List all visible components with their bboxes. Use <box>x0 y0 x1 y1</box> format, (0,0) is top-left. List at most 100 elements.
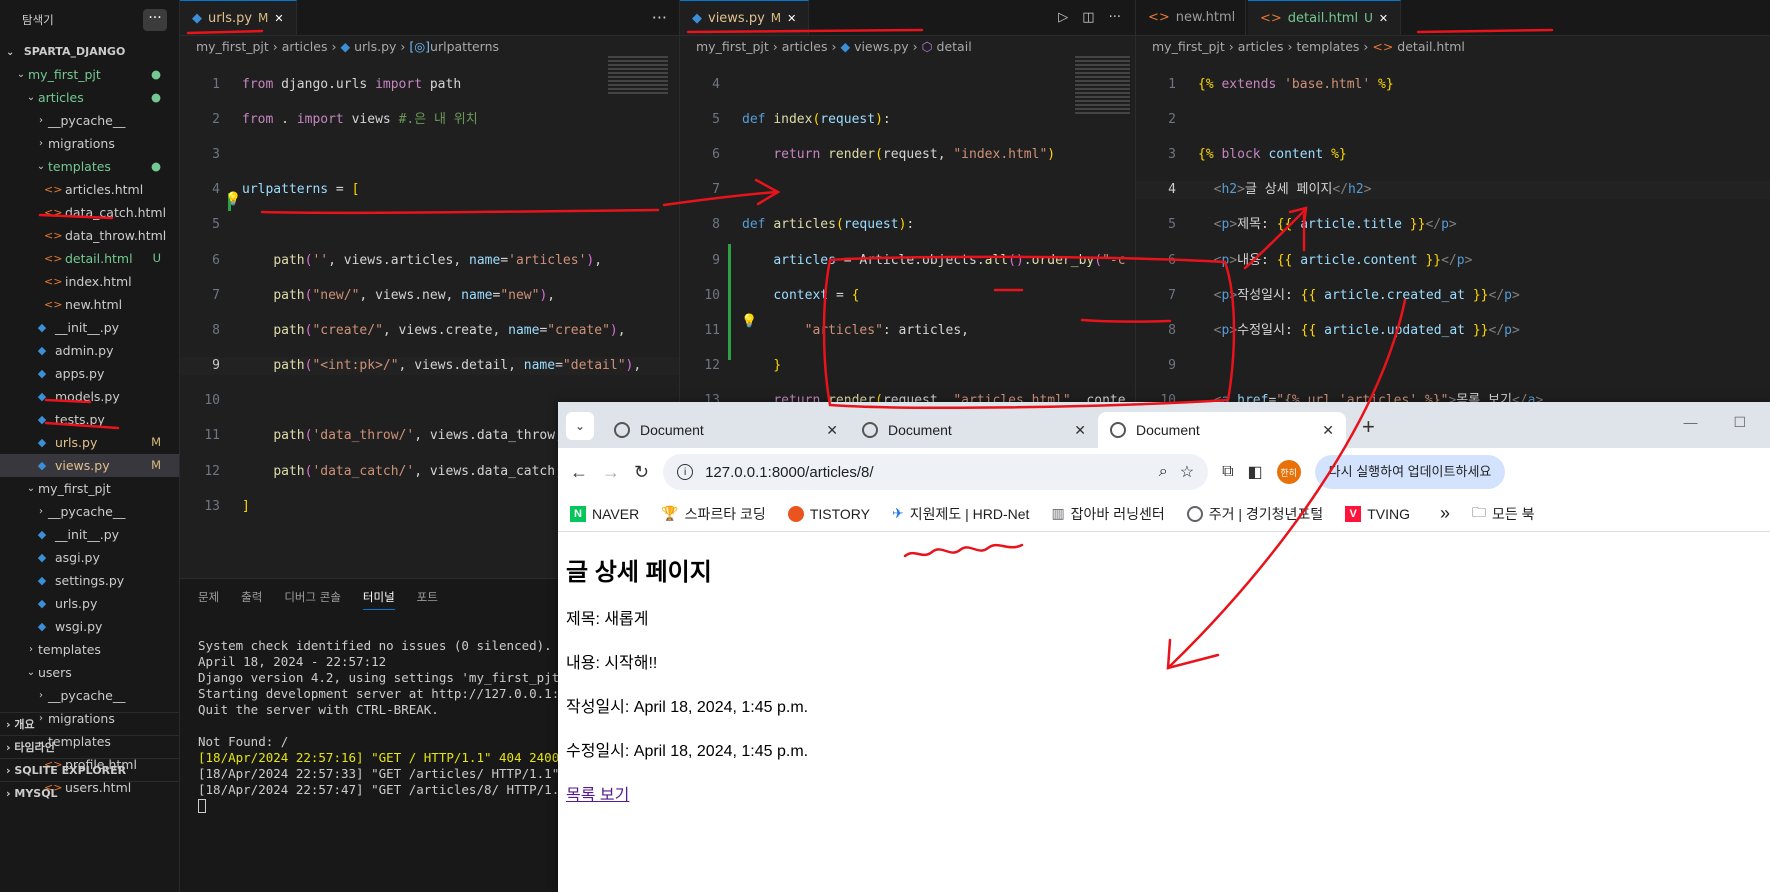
panel-tab[interactable]: 터미널 <box>362 589 395 610</box>
breadcrumb-item[interactable]: my_first_pjt <box>196 39 269 54</box>
bookmarks-overflow-button[interactable]: » <box>1440 503 1450 524</box>
tree-file[interactable]: <> new.html <box>0 293 179 316</box>
panel-tab[interactable]: 출력 <box>241 589 262 610</box>
editor-more-button[interactable]: ··· <box>1109 10 1121 25</box>
back-icon[interactable]: ← <box>570 462 588 483</box>
breadcrumb-item[interactable]: urlpatterns <box>430 39 499 54</box>
minimap[interactable] <box>608 56 668 96</box>
profile-avatar[interactable]: 한히 <box>1276 460 1301 484</box>
breadcrumb-item[interactable]: views.py <box>854 39 909 54</box>
extensions-icon[interactable]: ⧉ <box>1222 463 1233 481</box>
bookmark-item[interactable]: N NAVER <box>570 505 639 522</box>
tree-folder[interactable]: ⌄ templates ● <box>0 155 179 178</box>
maximize-icon[interactable]: ☐ <box>1733 414 1746 431</box>
breadcrumb-item[interactable]: my_first_pjt <box>1152 39 1225 54</box>
star-icon[interactable]: ☆ <box>1180 462 1194 482</box>
browser-tab-active[interactable]: Document ✕ <box>1098 412 1346 448</box>
forward-icon[interactable]: → <box>602 462 620 483</box>
breadcrumb-item[interactable]: my_first_pjt <box>696 39 769 54</box>
reload-icon[interactable]: ↻ <box>634 462 649 483</box>
close-icon[interactable]: ✕ <box>1322 422 1334 439</box>
tree-file[interactable]: <> data_catch.html <box>0 201 179 224</box>
tree-folder[interactable]: › migrations <box>0 132 179 155</box>
browser-tab[interactable]: Document ✕ <box>850 412 1098 448</box>
tree-file[interactable]: ◆ views.py M <box>0 454 179 477</box>
tree-file[interactable]: <> detail.html U <box>0 247 179 270</box>
tree-file[interactable]: ◆ __init__.py <box>0 316 179 339</box>
tree-file[interactable]: ◆ urls.py <box>0 592 179 615</box>
tree-file[interactable]: ◆ __init__.py <box>0 523 179 546</box>
bookmark-item[interactable]: ▥ 잡아바 러닝센터 <box>1051 504 1164 524</box>
section-mysql[interactable]: › MYSQL <box>0 781 180 804</box>
zoom-icon[interactable]: ⌕ <box>1159 463 1168 481</box>
bookmark-item[interactable]: V TVING <box>1345 505 1410 522</box>
tree-folder[interactable]: ⌄ my_first_pjt ● <box>0 63 179 86</box>
close-icon[interactable]: ✕ <box>826 422 838 439</box>
minimize-icon[interactable]: — <box>1683 414 1697 431</box>
tree-folder[interactable]: ⌄ users <box>0 661 179 684</box>
tree-item-label: articles <box>38 90 84 105</box>
tree-folder[interactable]: ⌄ my_first_pjt <box>0 477 179 500</box>
panel-tab[interactable]: 디버그 콘솔 <box>284 589 341 610</box>
close-icon[interactable]: ✕ <box>787 12 796 25</box>
tab-search-button[interactable]: ⌄ <box>566 412 594 440</box>
tab-views-py[interactable]: ◆ views.py M ✕ <box>680 0 810 35</box>
update-button[interactable]: 다시 실행하여 업데이트하세요 <box>1314 455 1506 489</box>
tree-folder[interactable]: › templates <box>0 638 179 661</box>
tree-folder[interactable]: ⌄ articles ● <box>0 86 179 109</box>
editor-more-button[interactable]: ··· <box>652 0 679 35</box>
panel-tab[interactable]: 포트 <box>417 589 438 610</box>
bookmark-item[interactable]: 🏆 스파르타 코딩 <box>661 504 766 524</box>
tree-item-label: wsgi.py <box>55 619 103 634</box>
section-outline[interactable]: › 개요 <box>0 712 180 735</box>
split-editor-icon[interactable]: ◫ <box>1082 10 1094 25</box>
back-to-list-link[interactable]: 목록 보기 <box>566 787 629 804</box>
tree-file[interactable]: ◆ tests.py <box>0 408 179 431</box>
close-icon[interactable]: ✕ <box>1074 422 1086 439</box>
breadcrumb-item[interactable]: articles <box>782 39 828 54</box>
tree-file[interactable]: ◆ models.py <box>0 385 179 408</box>
workspace-root[interactable]: ⌄ SPARTA_DJANGO <box>0 40 179 63</box>
tree-file[interactable]: ◆ apps.py <box>0 362 179 385</box>
bookmark-item[interactable]: 주거 | 경기청년포털 <box>1186 504 1323 524</box>
all-bookmarks-button[interactable]: 🗀 모든 북 <box>1472 502 1535 526</box>
tab-new-html[interactable]: <> new.html <box>1136 0 1246 35</box>
run-icon[interactable]: ▷ <box>1058 10 1068 25</box>
minimap[interactable] <box>1075 56 1130 116</box>
browser-tab[interactable]: Document ✕ <box>602 412 850 448</box>
tree-folder[interactable]: › __pycache__ <box>0 500 179 523</box>
site-info-icon[interactable]: i <box>677 464 694 480</box>
breadcrumb-item[interactable]: articles <box>282 39 328 54</box>
bookmark-item[interactable]: TISTORY <box>787 505 870 522</box>
breadcrumb-item[interactable]: detail <box>937 39 972 54</box>
close-icon[interactable]: ✕ <box>274 12 283 25</box>
bookmark-label: 모든 북 <box>1492 505 1535 522</box>
tree-file[interactable]: ◆ wsgi.py <box>0 615 179 638</box>
side-panel-icon[interactable]: ◧ <box>1248 462 1263 482</box>
tree-file[interactable]: ◆ settings.py <box>0 569 179 592</box>
tree-file[interactable]: ◆ asgi.py <box>0 546 179 569</box>
breadcrumb-item[interactable]: articles <box>1238 39 1284 54</box>
tree-folder[interactable]: › __pycache__ <box>0 684 179 707</box>
tab-detail-html[interactable]: <> detail.html U ✕ <box>1248 0 1402 35</box>
tab-urls-py[interactable]: ◆ urls.py M ✕ <box>180 0 297 35</box>
close-icon[interactable]: ✕ <box>1379 12 1388 25</box>
tree-file[interactable]: ◆ urls.py M <box>0 431 179 454</box>
panel-tab[interactable]: 문제 <box>198 589 219 610</box>
breadcrumb-item[interactable]: urls.py <box>354 39 396 54</box>
address-bar[interactable]: i 127.0.0.1:8000/articles/8/ ⌕ ☆ <box>663 454 1209 490</box>
tree-file[interactable]: ◆ admin.py <box>0 339 179 362</box>
lightbulb-icon[interactable]: 💡 <box>225 192 241 207</box>
tree-file[interactable]: <> data_throw.html <box>0 224 179 247</box>
tree-file[interactable]: <> articles.html <box>0 178 179 201</box>
tree-file[interactable]: <> index.html <box>0 270 179 293</box>
bookmark-item[interactable]: ✈ 지원제도 | HRD-Net <box>892 504 1029 524</box>
lightbulb-icon[interactable]: 💡 <box>741 314 757 329</box>
section-timeline[interactable]: › 타임라인 <box>0 735 180 758</box>
explorer-more-button[interactable]: ··· <box>143 9 167 31</box>
breadcrumb-item[interactable]: detail.html <box>1397 39 1465 54</box>
section-sqlite-explorer[interactable]: › SQLITE EXPLORER <box>0 758 180 781</box>
breadcrumb-item[interactable]: templates <box>1296 39 1359 54</box>
new-tab-button[interactable]: + <box>1362 414 1375 440</box>
tree-folder[interactable]: › __pycache__ <box>0 109 179 132</box>
